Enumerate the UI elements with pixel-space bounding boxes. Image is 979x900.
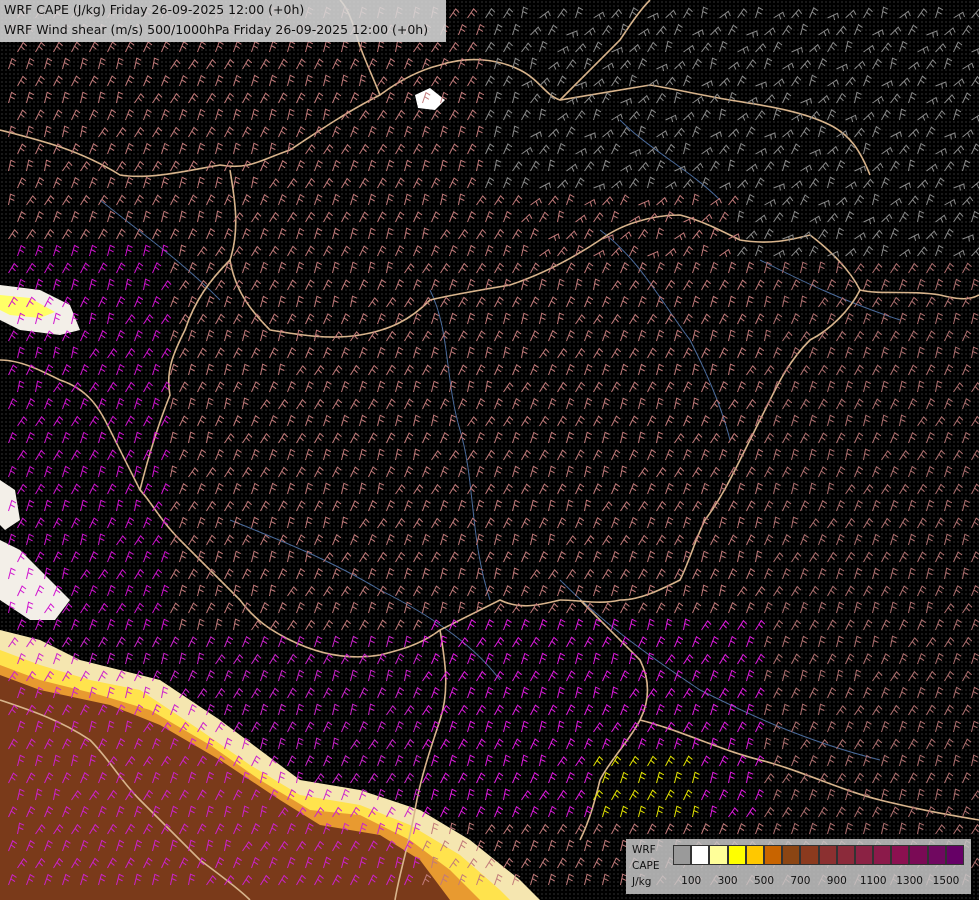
- legend-swatch: [727, 845, 746, 865]
- legend-swatch: [818, 845, 837, 865]
- wind-shear-title: WRF Wind shear (m/s) 500/1000hPa Friday …: [4, 22, 429, 37]
- legend-tick-label: 500: [753, 875, 775, 887]
- legend-swatch: [945, 845, 964, 865]
- legend-field-label: CAPE: [632, 860, 660, 872]
- legend-swatch: [763, 845, 783, 865]
- legend-swatch: [854, 845, 874, 865]
- legend-swatch: [745, 845, 764, 865]
- legend-tick-label: 900: [826, 875, 847, 887]
- legend-swatch: [782, 845, 801, 865]
- legend-swatch: [800, 845, 819, 865]
- cape-wind-shear-map: [0, 0, 979, 900]
- legend-swatch: [709, 845, 728, 865]
- legend-tick-label: 1500: [932, 875, 960, 887]
- legend-swatch: [909, 845, 928, 865]
- legend-swatch: [927, 845, 946, 865]
- legend-model-label: WRF: [632, 844, 656, 856]
- legend-swatch: [891, 845, 910, 865]
- legend-swatch: [673, 845, 692, 865]
- cape-title: WRF CAPE (J/kg) Friday 26-09-2025 12:00 …: [4, 2, 305, 17]
- legend-tick-label: 300: [717, 875, 738, 887]
- legend-color-scale: [673, 845, 964, 865]
- cape-legend: WRF CAPE J/kg 100 300 500 700 900 1100 1300 150…: [626, 839, 971, 894]
- legend-swatch: [691, 845, 710, 865]
- legend-tick-label: 700: [790, 875, 811, 887]
- legend-tick-label: 1300: [896, 875, 923, 887]
- legend-tick-label: 100: [681, 875, 702, 887]
- legend-swatch: [873, 845, 892, 865]
- legend-ticks: 100 300 500 700 900 1100 1300 1500: [673, 875, 963, 889]
- map-title-panel: WRF CAPE (J/kg) Friday 26-09-2025 12:00 …: [0, 0, 446, 42]
- legend-unit-label: J/kg: [632, 876, 652, 888]
- legend-tick-label: 1100: [859, 875, 887, 887]
- legend-swatch: [836, 845, 855, 865]
